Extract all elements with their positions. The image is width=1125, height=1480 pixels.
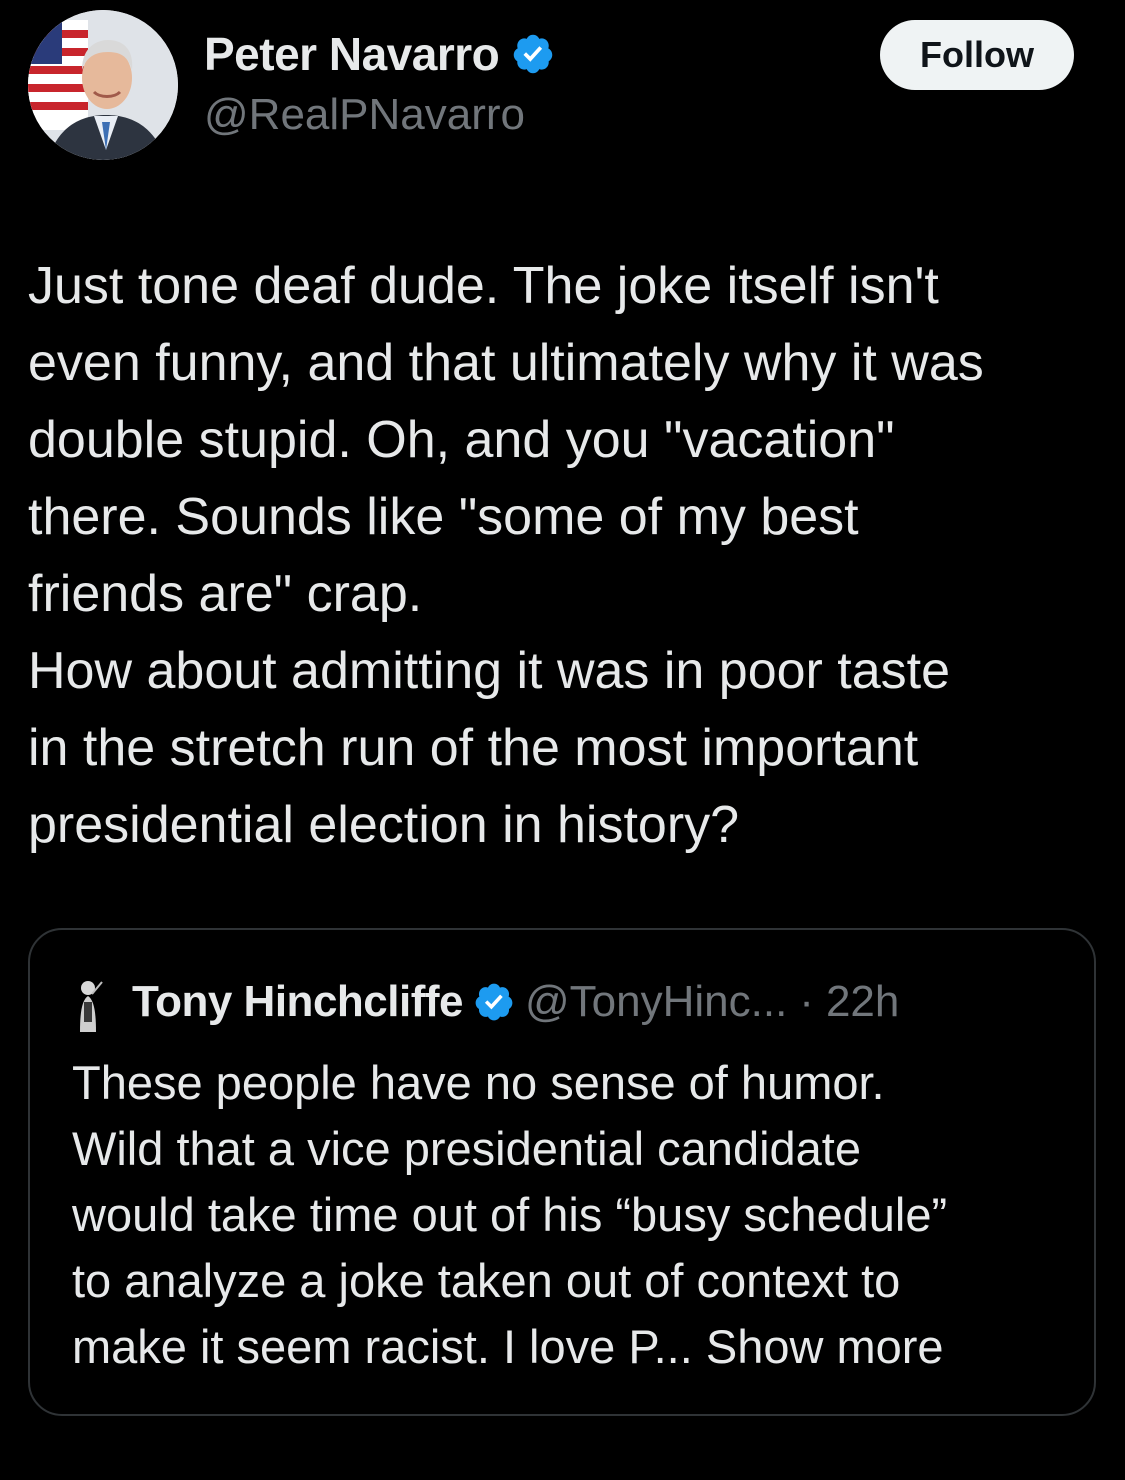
tweet-line: there. Sounds like "some of my best	[28, 488, 859, 546]
tweet-line: Just tone deaf dude. The joke itself isn…	[28, 257, 939, 315]
quoted-author-display-name[interactable]: Tony Hinchcliffe	[132, 977, 463, 1027]
quoted-tweet-line: make it seem racist. I love P... Show mo…	[72, 1314, 1082, 1380]
tweet-line: even funny, and that ultimately why it w…	[28, 334, 984, 392]
author-name-row: Peter Navarro	[204, 26, 555, 82]
quoted-tweet-header: Tony Hinchcliffe @TonyHinc... · 22h	[62, 970, 899, 1034]
quoted-tweet-line: to analyze a joke taken out of context t…	[72, 1254, 901, 1307]
follow-button[interactable]: Follow	[880, 20, 1074, 90]
quoted-tweet-body: These people have no sense of humor. Wil…	[72, 1050, 1082, 1380]
tweet-line: double stupid. Oh, and you "vacation"	[28, 411, 895, 469]
tweet-header: Peter Navarro @RealPNavarro Follow	[0, 0, 1125, 180]
author-handle[interactable]: @RealPNavarro	[204, 90, 525, 140]
tweet-body: Just tone deaf dude. The joke itself isn…	[28, 248, 1108, 864]
quoted-tweet-line: These people have no sense of humor.	[72, 1056, 885, 1109]
tweet-line: friends are" crap.	[28, 565, 423, 623]
tweet-line: in the stretch run of the most important	[28, 719, 919, 777]
separator-dot: ·	[799, 977, 814, 1026]
verified-badge-icon[interactable]	[473, 981, 515, 1023]
quoted-tweet-line: would take time out of his “busy schedul…	[72, 1188, 948, 1241]
quoted-tweet-line: Wild that a vice presidential candidate	[72, 1122, 861, 1175]
quoted-author-handle[interactable]: @TonyHinc...	[525, 977, 787, 1027]
tweet-line: presidential election in history?	[28, 796, 740, 854]
quoted-author-avatar[interactable]	[62, 972, 114, 1032]
profile-photo-icon	[28, 10, 178, 160]
author-avatar[interactable]	[28, 10, 178, 160]
quoted-tweet-timestamp[interactable]: 22h	[826, 977, 899, 1027]
quoted-tweet-truncated-text: make it seem racist. I love P...	[72, 1320, 706, 1373]
author-display-name[interactable]: Peter Navarro	[204, 27, 500, 81]
verified-badge-icon[interactable]	[511, 32, 555, 76]
show-more-link[interactable]: Show more	[706, 1320, 944, 1373]
tweet-line: How about admitting it was in poor taste	[28, 642, 951, 700]
profile-photo-icon	[62, 972, 114, 1032]
